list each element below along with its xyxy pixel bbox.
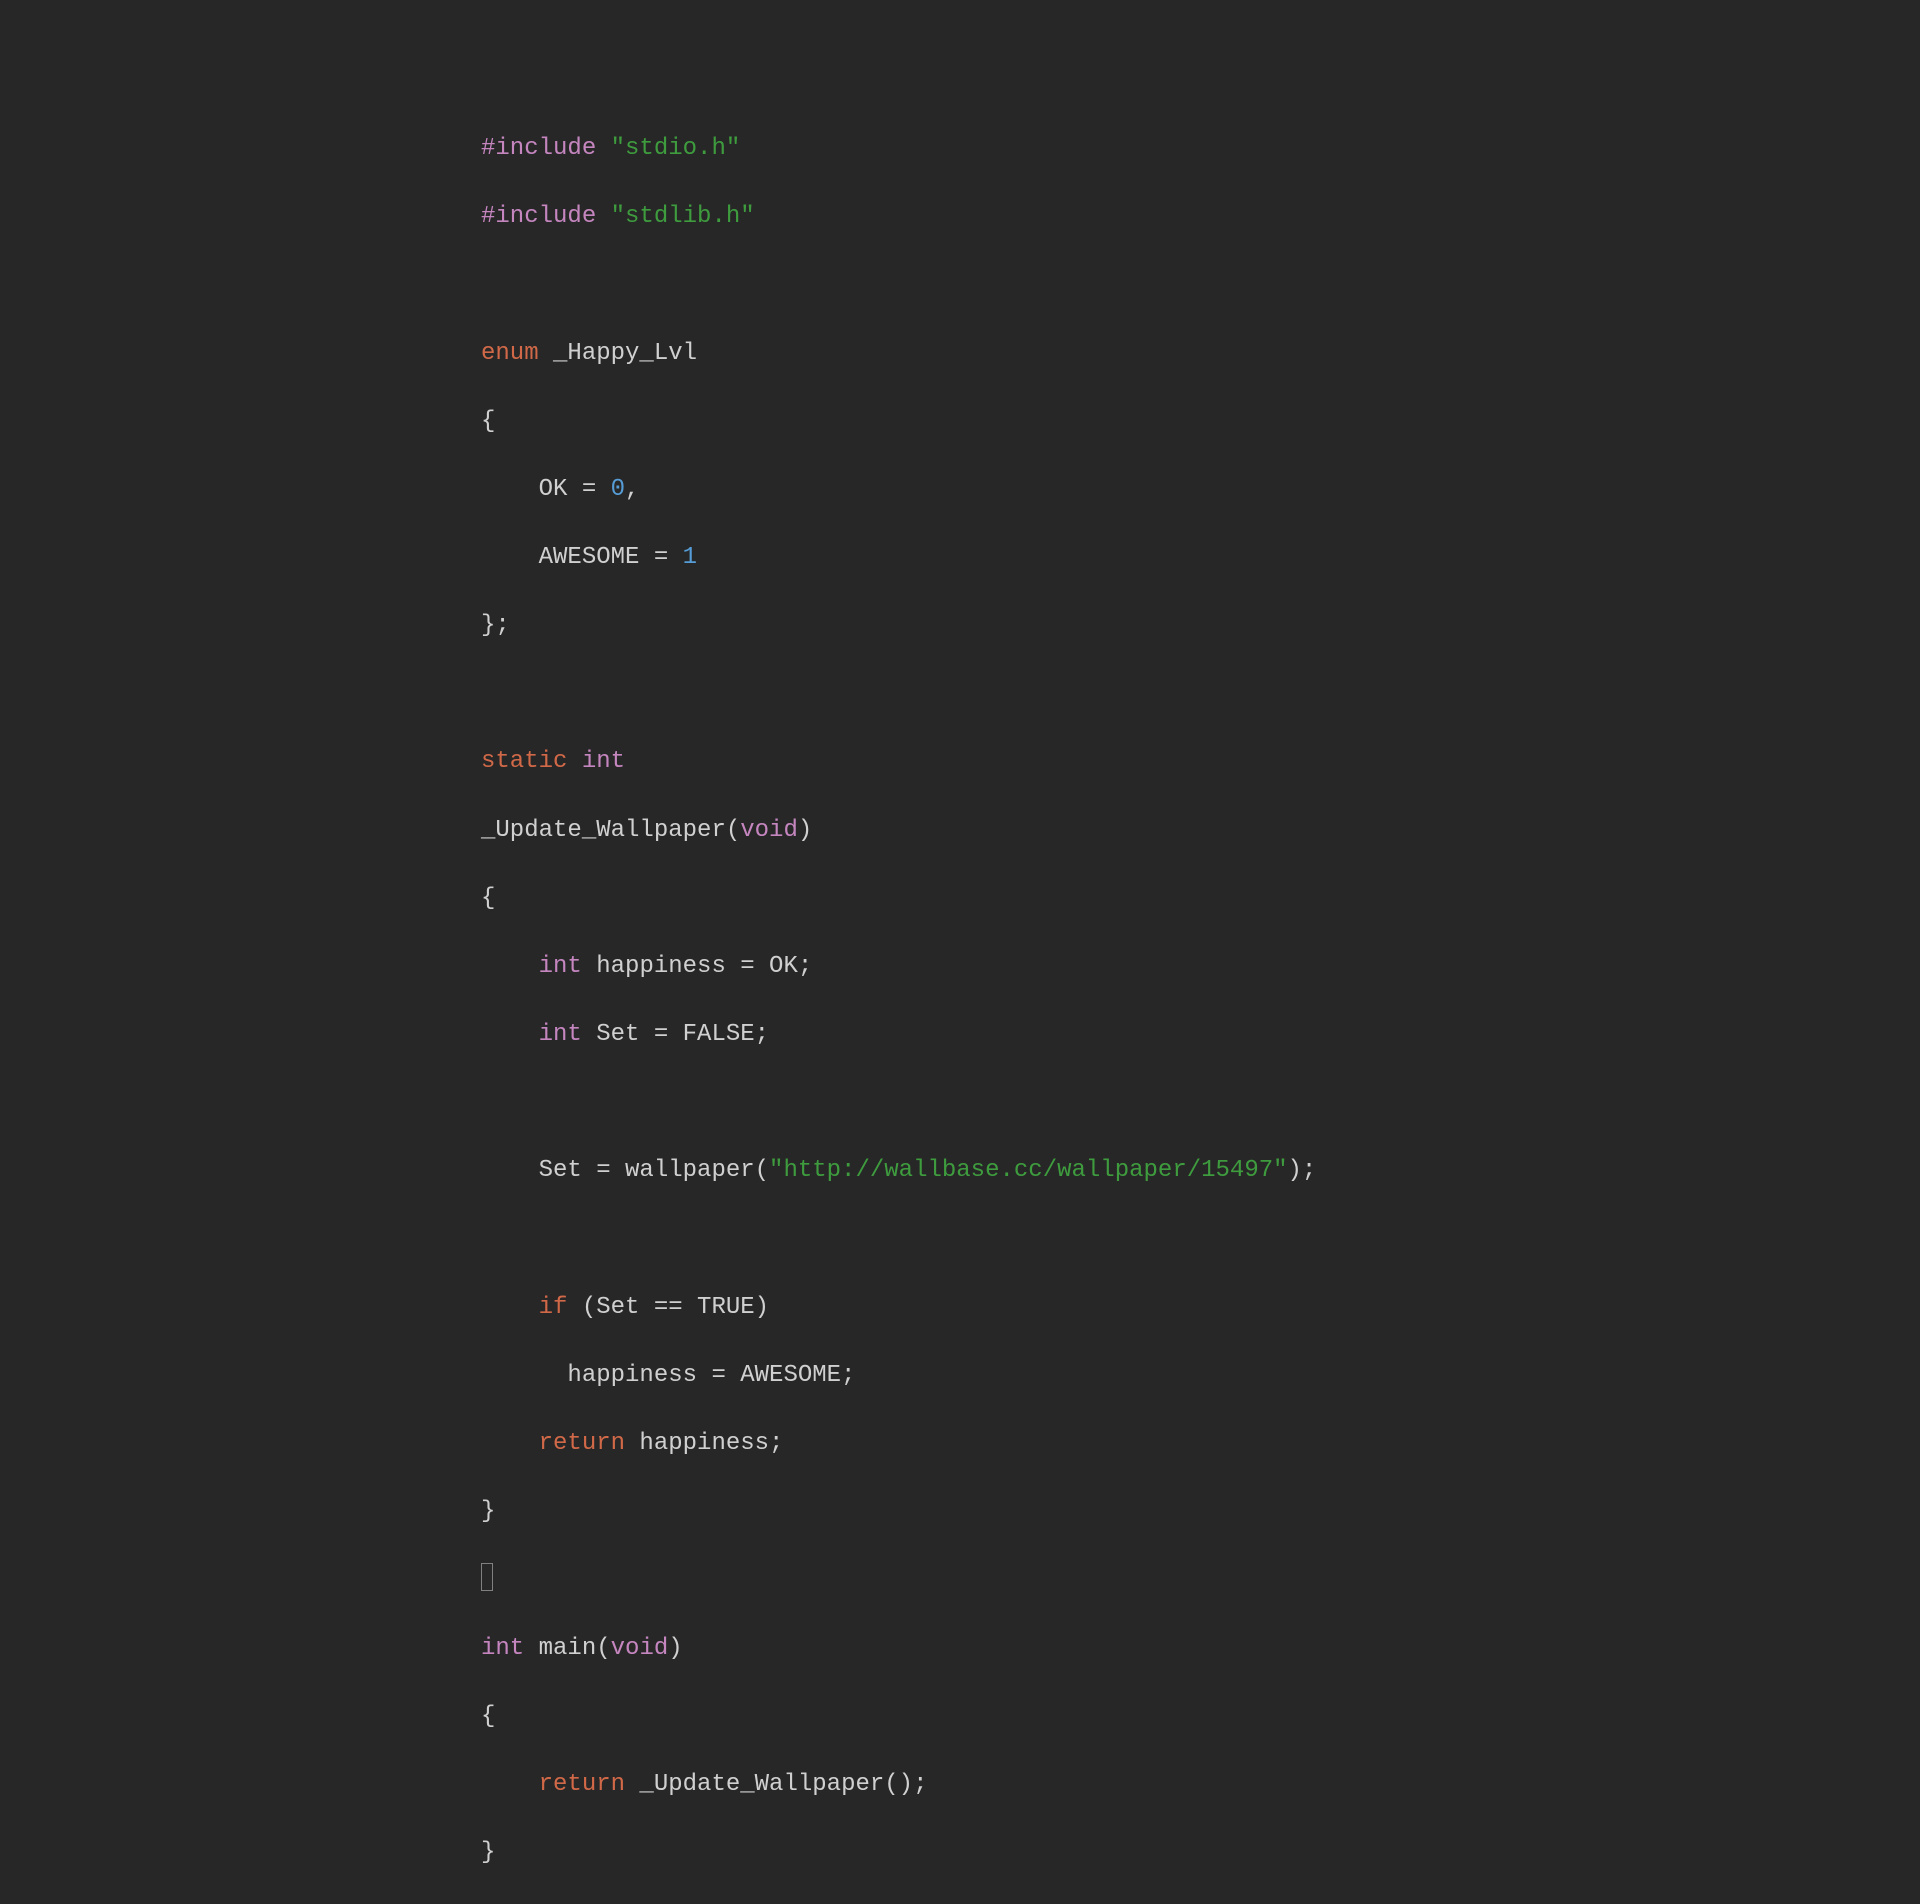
code-line-10: static int xyxy=(481,745,1920,779)
int-keyword: int xyxy=(539,953,582,980)
static-keyword: static xyxy=(481,748,567,775)
cursor-indicator xyxy=(481,1563,493,1591)
code-line-6: OK = 0, xyxy=(481,473,1920,507)
if-keyword: if xyxy=(539,1294,568,1321)
code-line-26: } xyxy=(481,1836,1920,1870)
enum-keyword: enum xyxy=(481,340,539,367)
int-keyword: int xyxy=(481,1635,524,1662)
code-line-8: }; xyxy=(481,609,1920,643)
enum-name: _Happy_Lvl xyxy=(539,340,697,367)
code-line-13: int happiness = OK; xyxy=(481,950,1920,984)
code-line-9 xyxy=(481,677,1920,711)
code-line-18: if (Set == TRUE) xyxy=(481,1291,1920,1325)
preprocessor-directive: #include xyxy=(481,135,596,162)
code-line-22 xyxy=(481,1563,1920,1597)
code-line-21: } xyxy=(481,1495,1920,1529)
code-line-3 xyxy=(481,268,1920,302)
code-line-7: AWESOME = 1 xyxy=(481,541,1920,575)
code-line-17 xyxy=(481,1223,1920,1257)
void-keyword: void xyxy=(611,1635,669,1662)
code-line-25: return _Update_Wallpaper(); xyxy=(481,1768,1920,1802)
code-line-4: enum _Happy_Lvl xyxy=(481,337,1920,371)
include-header: "stdio.h" xyxy=(611,135,741,162)
preprocessor-directive: #include xyxy=(481,203,596,230)
code-line-2: #include "stdlib.h" xyxy=(481,200,1920,234)
code-line-12: { xyxy=(481,882,1920,916)
int-keyword: int xyxy=(539,1021,582,1048)
code-line-11: _Update_Wallpaper(void) xyxy=(481,814,1920,848)
code-line-15 xyxy=(481,1086,1920,1120)
code-line-16: Set = wallpaper("http://wallbase.cc/wall… xyxy=(481,1154,1920,1188)
code-line-19: happiness = AWESOME; xyxy=(481,1359,1920,1393)
include-header: "stdlib.h" xyxy=(611,203,755,230)
int-keyword: int xyxy=(567,748,625,775)
numeric-literal: 1 xyxy=(683,544,697,571)
code-line-14: int Set = FALSE; xyxy=(481,1018,1920,1052)
void-keyword: void xyxy=(740,817,798,844)
code-editor-view: #include "stdio.h" #include "stdlib.h" e… xyxy=(0,0,1920,1904)
numeric-literal: 0 xyxy=(611,476,625,503)
code-line-1: #include "stdio.h" xyxy=(481,132,1920,166)
code-line-5: { xyxy=(481,405,1920,439)
code-line-24: { xyxy=(481,1700,1920,1734)
return-keyword: return xyxy=(539,1771,625,1798)
function-name: _Update_Wallpaper( xyxy=(481,817,740,844)
string-literal: "http://wallbase.cc/wallpaper/15497" xyxy=(769,1157,1287,1184)
code-line-23: int main(void) xyxy=(481,1632,1920,1666)
code-line-20: return happiness; xyxy=(481,1427,1920,1461)
return-keyword: return xyxy=(539,1430,625,1457)
